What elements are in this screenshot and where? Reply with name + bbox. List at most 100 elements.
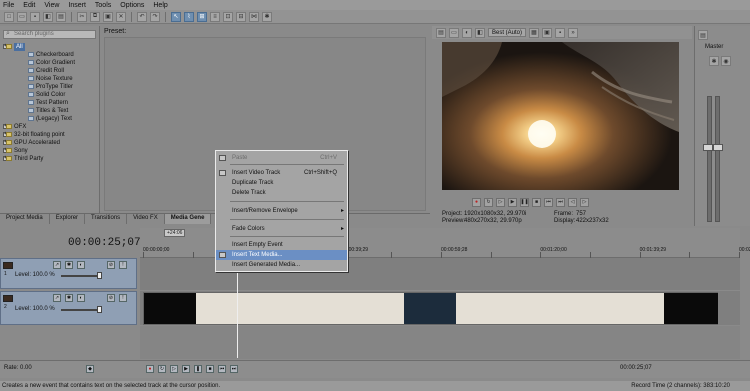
new-project-icon[interactable]: □ [4,11,14,22]
undo-icon[interactable]: ↶ [137,11,147,22]
menu-view[interactable]: View [44,2,59,9]
play-icon[interactable]: ▶ [182,365,190,373]
tree-item[interactable]: +Third Party [0,155,99,163]
pause-icon[interactable]: ❚❚ [520,197,529,207]
paste-icon[interactable]: ▣ [103,11,113,22]
track-header-2[interactable]: 2 ↗ ✱ ◐ ⊘ ! Level: 100.0 % [0,291,137,325]
compositing-icon[interactable]: ◐ [77,294,85,302]
external-monitor-icon[interactable]: ▭ [449,27,459,38]
stop-icon[interactable]: ■ [532,197,541,207]
master-mute-icon[interactable]: ◉ [721,56,731,66]
record-icon[interactable]: ● [146,365,154,373]
next-frame-icon[interactable]: ▷ [580,197,589,207]
preview-properties-icon[interactable]: ▤ [436,27,446,38]
track-level-knob[interactable] [97,272,102,279]
compositing-icon[interactable]: ◐ [77,261,85,269]
mute-icon[interactable]: ⊘ [107,261,115,269]
auto-ripple-icon[interactable]: ≡ [210,11,220,22]
copy-icon[interactable]: ⧉ [90,11,100,22]
overflow-icon[interactable]: » [568,27,579,38]
context-menu-item[interactable]: Insert Generated Media... [216,260,347,270]
track-fx-icon[interactable]: ✱ [65,261,73,269]
solo-icon[interactable]: ! [119,294,127,302]
open-icon[interactable]: ▭ [17,11,27,22]
video-preview-frame[interactable] [442,42,679,190]
empty-track-area[interactable] [140,326,740,359]
track-fx-icon[interactable]: ✱ [65,294,73,302]
context-menu-item[interactable]: Delete Track [216,188,347,198]
context-menu-item[interactable]: Insert Text Media... [216,250,347,260]
context-menu-item[interactable]: Fade Colors ▸ [216,224,347,234]
redo-icon[interactable]: ↷ [150,11,160,22]
play-from-start-icon[interactable]: ▷ [170,365,178,373]
context-menu-item[interactable]: Duplicate Track [216,178,347,188]
save-icon[interactable]: ▪ [30,11,40,22]
crossfade-icon[interactable]: ⋈ [249,11,259,22]
rate-slider-knob-icon[interactable]: ◆ [86,365,94,373]
pause-icon[interactable]: ❚ [194,365,202,373]
tab-video-fx[interactable]: Video FX [127,214,165,224]
go-to-end-icon[interactable]: ⏭ [230,365,238,373]
go-to-end-icon[interactable]: ⏭ [556,197,565,207]
tree-item[interactable]: Credit Roll [0,67,99,75]
tree-item[interactable]: Test Pattern [0,99,99,107]
tree-item[interactable]: (Legacy) Text [0,115,99,123]
delete-icon[interactable]: ✕ [116,11,126,22]
overlays-icon[interactable]: ▦ [529,27,540,38]
tree-item[interactable]: Noise Texture [0,75,99,83]
mute-icon[interactable]: ⊘ [107,294,115,302]
go-to-start-icon[interactable]: ⏮ [544,197,553,207]
master-properties-icon[interactable]: ▤ [698,30,708,40]
motion-icon[interactable]: ↗ [53,261,61,269]
menu-file[interactable]: File [3,2,14,9]
loop-region-marker[interactable]: +24:06 [164,229,186,237]
save-snapshot-icon[interactable]: ▪ [555,27,566,38]
context-menu-item[interactable]: Insert Video Track Ctrl+Shift+Q [216,168,347,178]
properties-icon[interactable]: ▤ [56,11,66,22]
loop-playback-icon[interactable]: ↻ [484,197,493,207]
solo-icon[interactable]: ! [119,261,127,269]
tree-item[interactable]: +OFX [0,123,99,131]
tree-item[interactable]: +32-bit floating point [0,131,99,139]
preview-quality-select[interactable]: Best (Auto) [488,28,527,37]
tree-item[interactable]: Checkerboard [0,51,99,59]
play-from-start-icon[interactable]: ▷ [496,197,505,207]
master-fx-icon[interactable]: ✱ [709,56,719,66]
menu-options[interactable]: Options [120,2,144,9]
tree-item[interactable]: +All [0,43,99,51]
tab-explorer[interactable]: Explorer [50,214,86,224]
lock-envelopes-icon[interactable]: ⊡ [223,11,233,22]
ignore-grouping-icon[interactable]: ⊟ [236,11,246,22]
envelope-tool-icon[interactable]: ⌇ [184,11,194,22]
cut-icon[interactable]: ✂ [77,11,87,22]
tab-transitions[interactable]: Transitions [85,214,128,224]
menu-help[interactable]: Help [153,2,167,9]
track-level-knob[interactable] [97,306,102,313]
context-menu-item[interactable]: Insert Empty Event [216,240,347,250]
menu-insert[interactable]: Insert [68,2,86,9]
menu-edit[interactable]: Edit [23,2,35,9]
tree-item[interactable]: +Sony [0,147,99,155]
tree-item[interactable]: +GPU Accelerated [0,139,99,147]
stop-icon[interactable]: ■ [206,365,214,373]
track-level-slider[interactable] [61,309,101,311]
preview-fx-icon[interactable]: ◐ [462,27,472,38]
context-menu-item[interactable]: Insert/Remove Envelope ▸ [216,206,347,216]
motion-icon[interactable]: ↗ [53,294,61,302]
track-level-slider[interactable] [61,275,101,277]
tree-item[interactable]: Titles & Text [0,107,99,115]
track-header-1[interactable]: 1 ↗ ✱ ◐ ⊘ ! Level: 100.0 % [0,258,137,289]
tree-item[interactable]: Color Gradient [0,59,99,67]
split-screen-icon[interactable]: ◧ [475,27,485,38]
settings-icon[interactable]: ✱ [262,11,272,22]
normal-edit-tool-icon[interactable]: ↖ [171,11,181,22]
menu-tools[interactable]: Tools [95,2,111,9]
tree-item[interactable]: Solid Color [0,91,99,99]
master-fader-left[interactable] [703,144,713,151]
record-icon[interactable]: ● [472,197,481,207]
loop-playback-icon[interactable]: ↻ [158,365,166,373]
video-event[interactable] [143,292,718,325]
play-icon[interactable]: ▶ [508,197,517,207]
prev-frame-icon[interactable]: ◁ [568,197,577,207]
master-fader-right[interactable] [713,144,723,151]
